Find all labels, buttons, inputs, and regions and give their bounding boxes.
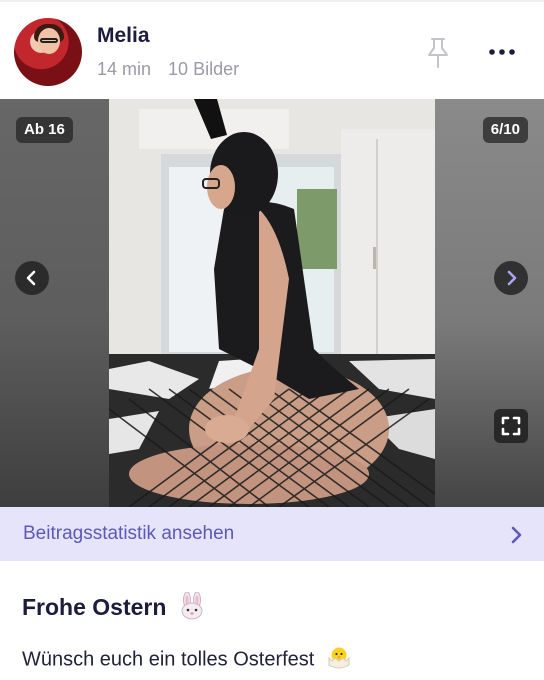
image-position-badge: 6/10 [482,117,528,143]
post-title: Frohe Ostern [22,591,205,626]
age-rating-badge: Ab 16 [16,117,73,143]
fullscreen-icon [501,416,521,436]
previous-image-button[interactable] [15,261,49,295]
more-dots-icon [489,49,515,55]
fullscreen-button[interactable] [494,409,528,443]
post-image-count: 10 Bilder [168,59,240,79]
stats-label: Beitragsstatistik ansehen [23,523,235,544]
more-options-button[interactable] [486,40,518,64]
chevron-left-icon [26,270,36,286]
post-meta: 14 min 10 Bilder [97,59,239,80]
avatar[interactable] [14,18,82,86]
avatar-glasses [40,38,58,43]
chevron-right-icon [511,526,522,544]
gallery-blur-right [435,99,544,507]
post-header: Melia 14 min 10 Bilder [0,2,544,99]
pin-icon [428,38,448,68]
hatching-chick-emoji [326,644,352,676]
stats-chevron [508,525,526,550]
gallery-photo[interactable] [109,99,435,507]
rabbit-face-emoji [179,591,205,626]
gallery-blur-left [0,99,109,507]
chevron-right-icon [507,270,517,286]
post-time: 14 min [97,59,152,79]
post-body: Wünsch euch ein tolles Osterfest [22,644,352,676]
post-statistics-link[interactable]: Beitragsstatistik ansehen [0,507,544,561]
next-image-button[interactable] [494,261,528,295]
pin-button[interactable] [424,36,452,70]
author-name[interactable]: Melia [97,24,150,48]
image-gallery[interactable]: Ab 16 6/10 [0,99,544,507]
post-title-text: Frohe Ostern [22,594,167,621]
photo-illustration [109,99,435,507]
post-body-text: Wünsch euch ein tolles Osterfest [22,648,315,671]
